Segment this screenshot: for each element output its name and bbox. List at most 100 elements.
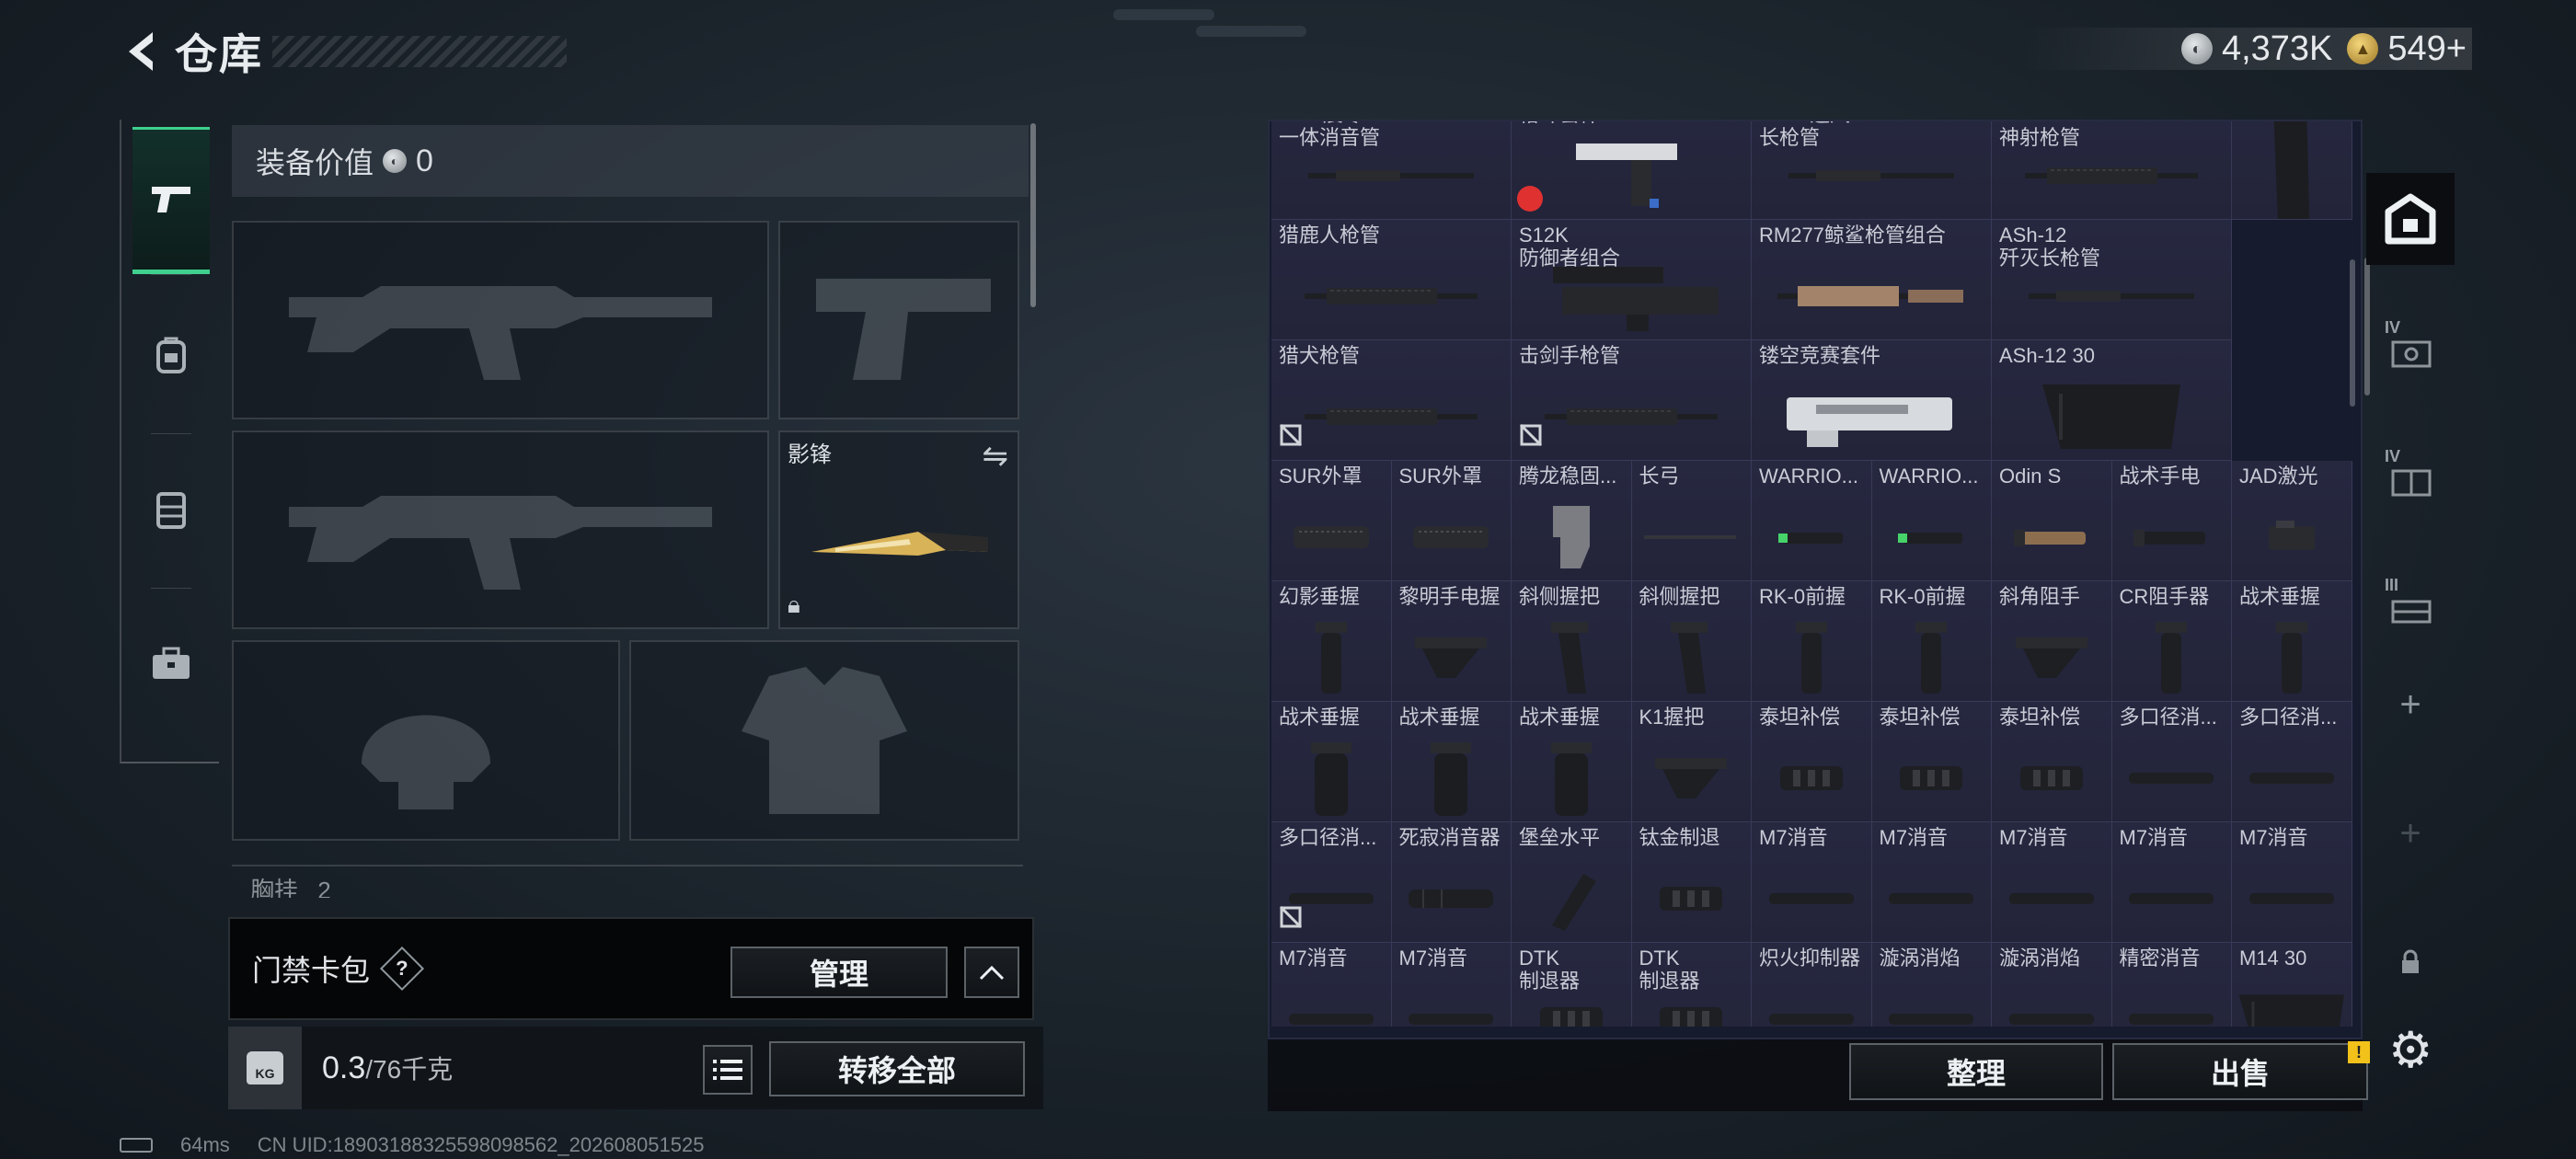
inventory-item[interactable]: 泰坦补偿 (1992, 702, 2112, 822)
slot-pistol[interactable] (778, 221, 1019, 419)
sidebar-add-storage-disabled[interactable]: + (2366, 787, 2455, 879)
inventory-item[interactable]: 斜侧握把 (1512, 581, 1632, 702)
inventory-item[interactable]: 长弓 (1631, 461, 1752, 581)
inventory-item[interactable]: 斜侧握把 (1631, 581, 1752, 702)
inventory-item[interactable]: 战术垂握 (2232, 581, 2352, 702)
inventory-item[interactable]: M7消音 (1391, 943, 1512, 1027)
inventory-item[interactable]: ASh-12 30 (1992, 340, 2232, 461)
inventory-item[interactable]: DTK 制退器 (1512, 943, 1632, 1027)
inventory-item[interactable]: 战术垂握 (1271, 702, 1392, 822)
help-icon: ? (396, 956, 408, 980)
inventory-item[interactable]: M7消音 (1752, 822, 1872, 943)
tab-weapons[interactable] (132, 127, 210, 275)
inventory-item[interactable]: M7消音 (2232, 822, 2352, 943)
help-button[interactable]: ? (379, 946, 425, 992)
inventory-item[interactable]: G3 神射枪管 (1992, 121, 2232, 220)
inventory-item[interactable]: SR25追风 长枪管 (1752, 121, 1992, 220)
sell-button[interactable]: 出售 ! (2112, 1041, 2370, 1100)
inventory-item[interactable]: Odin S (1992, 461, 2112, 581)
inventory-item[interactable]: 堡垒水平 (1512, 822, 1632, 943)
inventory-item[interactable]: 漩涡消焰 (1871, 943, 1992, 1027)
inventory-item[interactable]: RM277鲸鲨枪管组合 (1752, 220, 1992, 340)
inventory-item[interactable]: 多口径消... (2232, 702, 2352, 822)
item-image (2232, 742, 2352, 814)
inventory-item[interactable]: 黎明手电握 (1391, 581, 1512, 702)
sidebar-storage-2[interactable]: IV (2366, 434, 2455, 526)
inventory-item[interactable]: 多口径消... (2111, 702, 2232, 822)
uid-readout: CN UID:18903188325598098562_202608051525 (257, 1133, 705, 1156)
swap-icon[interactable]: ⇋ (983, 438, 1009, 475)
manage-button[interactable]: 管理 (730, 947, 948, 998)
inventory-item[interactable]: M14 30 (2232, 943, 2352, 1027)
transfer-all-button[interactable]: 转移全部 (769, 1041, 1025, 1096)
currency-silver[interactable]: ◐ 4,373K (2180, 29, 2332, 69)
slot-chest-rig[interactable]: 胸挂 2 (232, 865, 1023, 898)
sidebar-add-storage[interactable]: + (2366, 659, 2455, 751)
inventory-item[interactable]: 战术手电 (2111, 461, 2232, 581)
inventory-item[interactable]: DTK 制退器 (1631, 943, 1752, 1027)
loadout-scrollbar[interactable] (1030, 123, 1036, 307)
slot-armor[interactable] (629, 640, 1019, 841)
item-image (1752, 863, 1871, 935)
inventory-item[interactable]: 精密消音 (2111, 943, 2232, 1027)
inventory-item[interactable]: AUG晨零 一体消音管 (1271, 121, 1512, 220)
list-view-button[interactable] (703, 1045, 753, 1095)
inventory-item[interactable]: SUR外罩 (1391, 461, 1512, 581)
warehouse-scrollbar[interactable] (2350, 259, 2355, 407)
inventory-item[interactable]: Vector 40 (2232, 121, 2352, 220)
inventory-item[interactable]: K1握把 (1631, 702, 1752, 822)
slot-secondary-weapon[interactable] (232, 430, 769, 629)
inventory-item[interactable]: 腾龙稳固... (1512, 461, 1632, 581)
inventory-item[interactable]: ASh-12 歼灭长枪管 (1992, 220, 2232, 340)
inventory-item[interactable]: 猎犬枪管 (1271, 340, 1512, 461)
inventory-item[interactable]: JAD激光 (2232, 461, 2352, 581)
inventory-item[interactable]: M7消音 (2111, 822, 2232, 943)
currency-gold[interactable]: ▲ 549+ (2347, 29, 2467, 69)
tab-vest[interactable] (132, 436, 210, 589)
inventory-item[interactable]: 击剑手枪管 (1512, 340, 1752, 461)
sort-button[interactable]: 整理 (1849, 1043, 2103, 1100)
storage-level: IV (2385, 318, 2401, 337)
settings-gear-icon[interactable]: ⚙ (2388, 1021, 2432, 1079)
inventory-item[interactable]: RK-0前握 (1752, 581, 1872, 702)
inventory-item[interactable]: 斜角阻手 (1992, 581, 2112, 702)
inventory-item[interactable]: WARRIO... (1871, 461, 1992, 581)
inventory-item[interactable]: SUR外罩 (1271, 461, 1392, 581)
inventory-item[interactable]: 泰坦补偿 (1871, 702, 1992, 822)
inventory-item[interactable]: 炽火抑制器 (1752, 943, 1872, 1027)
inventory-item[interactable]: CR阻手器 (2111, 581, 2232, 702)
inventory-item[interactable]: 钛金制退 (1631, 822, 1752, 943)
inventory-item[interactable]: S12K 防御者组合 (1512, 220, 1752, 340)
inventory-item[interactable]: WARRIO... (1752, 461, 1872, 581)
tab-backpack[interactable] (132, 281, 210, 434)
inventory-item[interactable]: 猎鹿人枪管 (1271, 220, 1512, 340)
sidebar-storage-3[interactable]: III (2366, 563, 2455, 655)
inventory-item[interactable]: 格斗套件 (1512, 121, 1752, 220)
inventory-item[interactable]: 战术垂握 (1512, 702, 1632, 822)
inventory-item[interactable]: 战术垂握 (1391, 702, 1512, 822)
header: 仓库 (120, 24, 567, 79)
untradeable-icon (1279, 423, 1303, 453)
tab-case[interactable] (132, 591, 210, 738)
slot-helmet[interactable] (232, 640, 620, 841)
inventory-item[interactable]: M7消音 (1271, 943, 1392, 1027)
inventory-item[interactable]: 幻影垂握 (1271, 581, 1392, 702)
back-button[interactable] (120, 24, 164, 79)
item-image (2112, 501, 2232, 573)
inventory-item[interactable]: 死寂消音器 (1391, 822, 1512, 943)
inventory-item[interactable]: M7消音 (1992, 822, 2112, 943)
inventory-item[interactable]: 镂空竞赛套件 (1752, 340, 1992, 461)
slot-melee[interactable]: 影锋 ⇋ 🔒︎ (778, 430, 1019, 629)
plus-icon: + (2399, 812, 2421, 854)
item-image (1512, 140, 1751, 212)
sidebar-container[interactable] (2366, 173, 2455, 265)
sidebar-storage-1[interactable]: IV (2366, 305, 2455, 397)
collapse-button[interactable] (964, 947, 1019, 998)
inventory-item[interactable]: 泰坦补偿 (1752, 702, 1872, 822)
inventory-item[interactable]: RK-0前握 (1871, 581, 1992, 702)
inventory-item[interactable]: 多口径消... (1271, 822, 1392, 943)
inventory-item[interactable]: M7消音 (1871, 822, 1992, 943)
inventory-item[interactable]: 漩涡消焰 (1992, 943, 2112, 1027)
item-image (1392, 622, 1512, 694)
slot-primary-weapon[interactable] (232, 221, 769, 419)
